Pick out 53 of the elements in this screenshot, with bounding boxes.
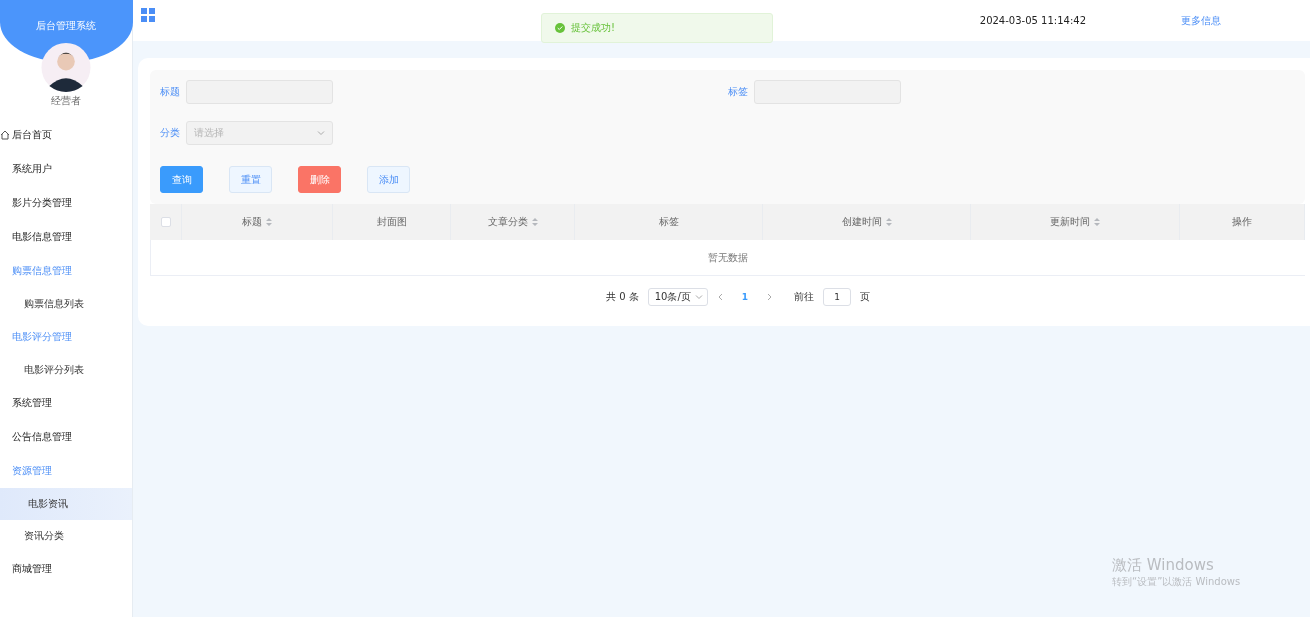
menu-item[interactable]: 公告信息管理 — [0, 420, 132, 454]
submenu-item[interactable]: 电影资讯 — [0, 488, 132, 520]
grid-menu-icon[interactable] — [141, 8, 155, 22]
submenu-item[interactable]: 电影评分列表 — [0, 354, 132, 386]
field-label: 标签 — [727, 85, 748, 99]
column-header[interactable]: 更新时间 — [1050, 215, 1100, 229]
field-label: 标题 — [160, 85, 180, 99]
menu-item[interactable]: 影片分类管理 — [0, 186, 132, 220]
menu-item[interactable]: 电影评分管理 — [0, 320, 132, 354]
page-number[interactable]: 1 — [733, 292, 756, 302]
menu-item[interactable]: 电影信息管理 — [0, 220, 132, 254]
avatar — [41, 43, 91, 92]
home-icon — [0, 130, 10, 140]
sort-icon[interactable] — [1094, 217, 1100, 227]
menu-item[interactable]: 系统管理 — [0, 386, 132, 420]
column-header[interactable]: 文章分类 — [487, 215, 538, 229]
submenu-item[interactable]: 购票信息列表 — [0, 288, 132, 320]
app-title: 后台管理系统 — [36, 19, 96, 33]
activation-title: 激活 Windows — [1112, 556, 1215, 575]
column-header: 操作 — [1232, 215, 1252, 229]
page-input[interactable]: 1 — [823, 288, 851, 306]
column-header: 标签 — [658, 215, 679, 229]
sort-icon[interactable] — [266, 217, 272, 227]
menu-item[interactable]: 商城管理 — [0, 552, 132, 586]
chevron-right-icon[interactable] — [765, 293, 773, 301]
column-header[interactable]: 标题 — [242, 215, 272, 229]
chevron-down-icon — [317, 129, 325, 137]
total-count: 共 0 条 — [606, 290, 639, 304]
column-header[interactable]: 创建时间 — [841, 215, 892, 229]
sort-icon[interactable] — [531, 217, 538, 227]
column-header: 封面图 — [376, 215, 407, 229]
user-name: 经营者 — [51, 94, 81, 108]
menu-item[interactable]: 系统用户 — [0, 152, 132, 186]
menu-item[interactable]: 购票信息管理 — [0, 254, 132, 288]
chevron-down-icon — [694, 293, 703, 301]
checkbox[interactable] — [160, 217, 171, 227]
sort-icon[interactable] — [885, 217, 892, 227]
action-button[interactable]: 重置 — [229, 166, 272, 193]
submenu-item[interactable]: 资讯分类 — [0, 520, 132, 552]
empty-text: 暂无数据 — [708, 250, 748, 265]
goto-label: 前往 — [794, 290, 814, 304]
toast-message: 提交成功! — [571, 21, 615, 35]
action-button[interactable]: 查询 — [160, 166, 203, 193]
check-circle-icon — [555, 23, 565, 33]
action-button[interactable]: 添加 — [367, 166, 410, 193]
field-label: 分类 — [160, 126, 180, 140]
page-size-select[interactable]: 10条/页 — [647, 288, 708, 306]
datetime: 2024-03-05 11:14:42 — [979, 15, 1086, 26]
chevron-left-icon[interactable] — [716, 293, 725, 301]
menu-item[interactable]: 后台首页 — [0, 118, 132, 152]
more-info-link[interactable]: 更多信息 — [1181, 13, 1221, 28]
menu-item[interactable]: 资源管理 — [0, 454, 132, 488]
goto-suffix: 页 — [860, 290, 870, 304]
